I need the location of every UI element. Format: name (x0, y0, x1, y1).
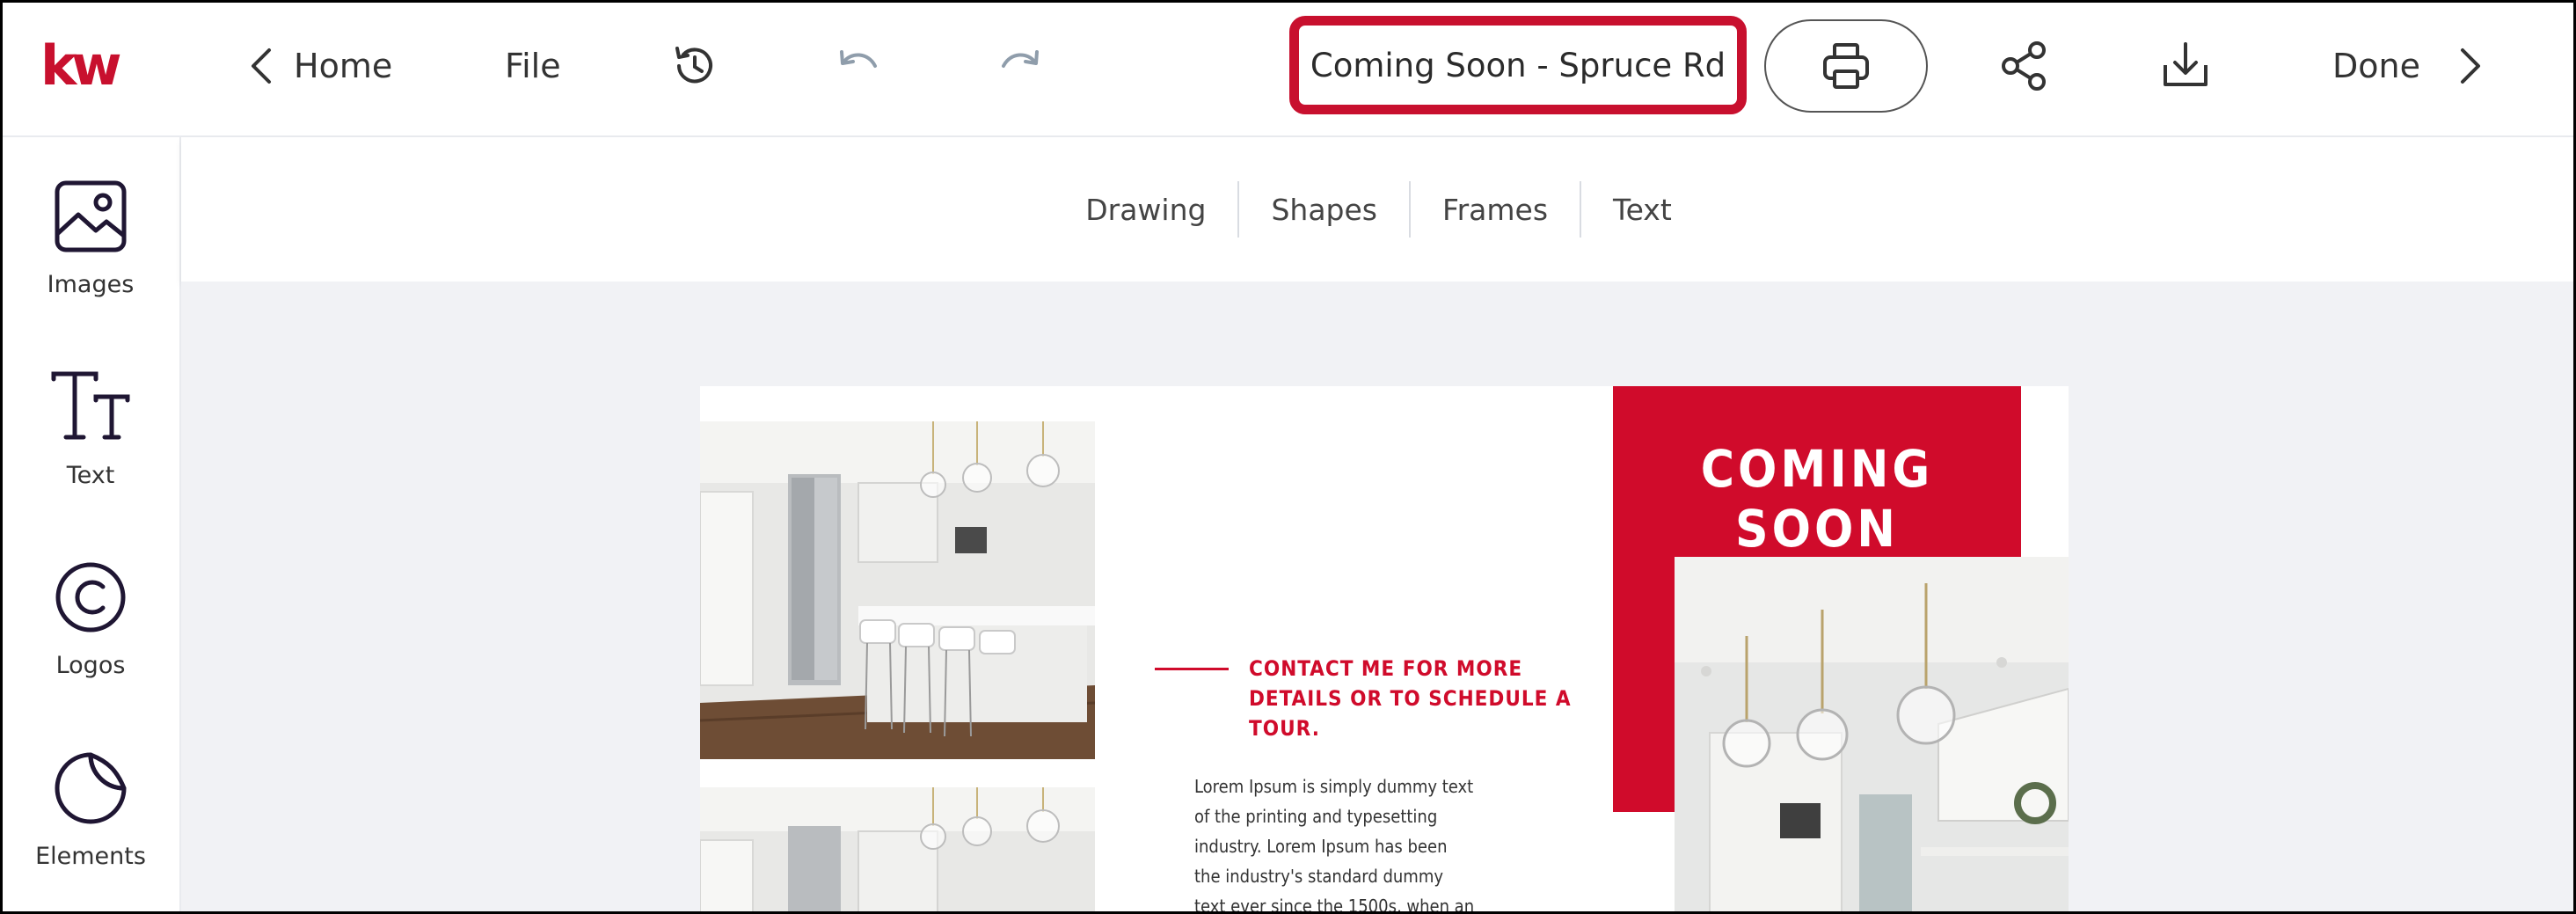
home-button[interactable]: Home (246, 35, 392, 97)
image-icon (55, 180, 127, 252)
sticker-icon (55, 752, 127, 824)
undo-button[interactable] (828, 37, 887, 95)
chevron-left-icon (252, 48, 271, 84)
share-button[interactable] (1995, 37, 2053, 95)
tab-drawing[interactable]: Drawing (1054, 181, 1240, 238)
sidebar-item-label: Text (66, 462, 115, 489)
download-button[interactable] (2156, 37, 2215, 95)
contact-text[interactable]: CONTACT ME FOR MORE DETAILS OR TO SCHEDU… (1249, 654, 1618, 743)
done-button[interactable]: Done (2332, 35, 2485, 97)
tab-shapes[interactable]: Shapes (1239, 181, 1411, 238)
sidebar-item-logos[interactable]: Logos (0, 536, 181, 685)
kitchen-photo-top-left[interactable] (700, 421, 1095, 759)
chevron-right-icon (2460, 48, 2480, 84)
download-icon (2164, 42, 2207, 86)
sidebar-item-text[interactable]: Text (0, 346, 181, 495)
tab-frames[interactable]: Frames (1411, 181, 1582, 238)
left-sidebar: Images Text Logos Elements (0, 137, 181, 914)
text-icon (51, 371, 130, 440)
sidebar-item-elements[interactable]: Elements (0, 727, 181, 876)
body-text[interactable]: Lorem Ipsum is simply dummy text of the … (1194, 771, 1476, 914)
document-title-field[interactable]: Coming Soon - Spruce Rd (1289, 16, 1747, 114)
undo-icon (840, 50, 877, 68)
tab-text[interactable]: Text (1581, 181, 1704, 238)
history-button[interactable] (666, 37, 724, 95)
kitchen-photo-image (1675, 557, 2069, 914)
file-menu-button[interactable]: File (505, 35, 561, 97)
file-label: File (505, 47, 561, 85)
done-label: Done (2332, 47, 2420, 85)
sidebar-item-images[interactable]: Images (0, 155, 181, 304)
sidebar-item-label: Images (47, 271, 135, 298)
print-button[interactable] (1764, 19, 1928, 113)
home-label: Home (294, 47, 393, 85)
kw-logo[interactable]: kw (40, 35, 121, 97)
document-title: Coming Soon - Spruce Rd (1310, 46, 1726, 84)
kitchen-photo-right[interactable] (1675, 557, 2069, 914)
kitchen-photo-bottom-left[interactable] (700, 787, 1095, 914)
printer-icon (1823, 43, 1869, 89)
kitchen-photo-image (700, 787, 1095, 914)
top-toolbar: kw Home File Coming Soon - Spruce Rd Don… (0, 0, 2576, 137)
contact-accent-line (1155, 668, 1229, 670)
redo-button[interactable] (992, 37, 1050, 95)
kitchen-photo-image (700, 421, 1095, 759)
sidebar-item-label: Logos (55, 652, 126, 679)
history-icon (675, 47, 712, 84)
share-icon (2002, 41, 2046, 91)
sidebar-item-label: Elements (35, 843, 146, 870)
element-tabs-bar: Drawing Shapes Frames Text (181, 137, 2576, 282)
coming-soon-heading: COMING SOON (1700, 439, 1934, 559)
redo-icon (1002, 50, 1039, 68)
copyright-icon (55, 562, 126, 632)
flyer-page[interactable]: COMING SOON CONTACT ME FOR MORE DETAILS … (700, 386, 2069, 914)
